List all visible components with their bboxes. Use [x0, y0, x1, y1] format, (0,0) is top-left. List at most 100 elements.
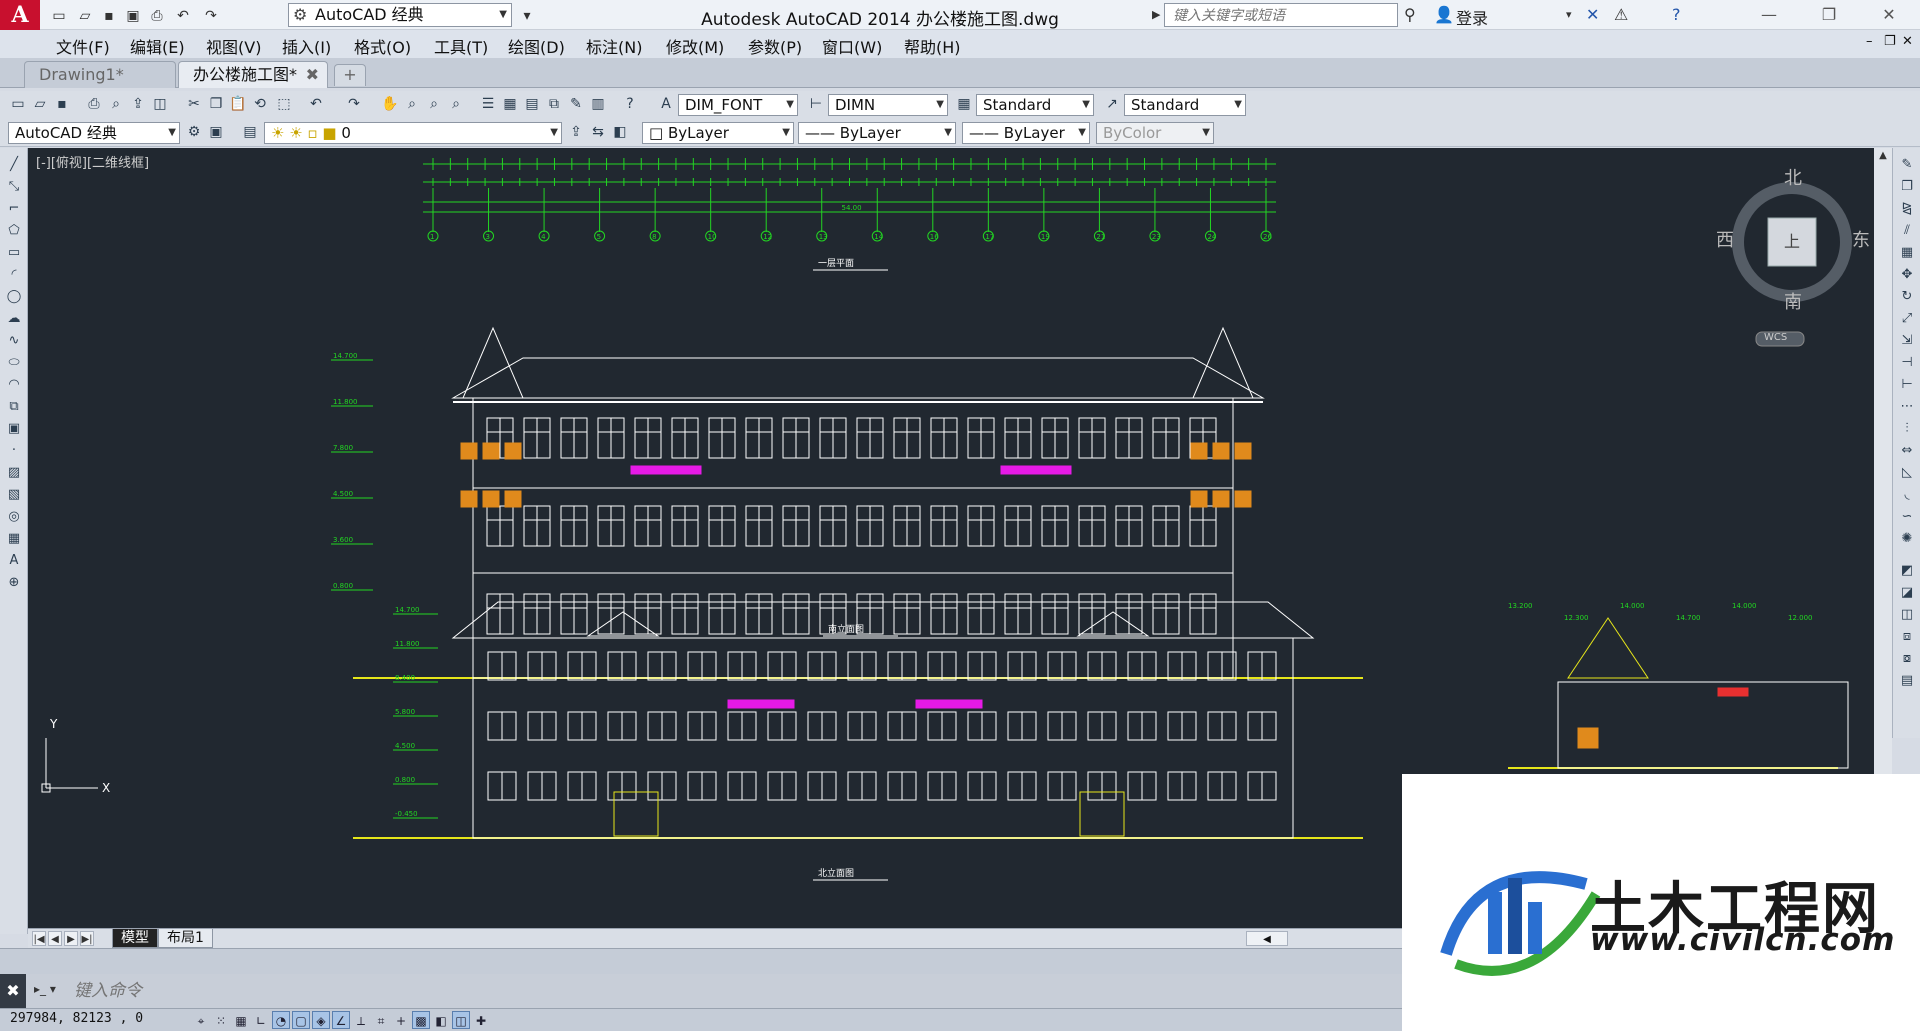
lineweight-select[interactable]: —— ByLayer ▼ [962, 122, 1090, 144]
open-icon[interactable]: ▱ [30, 94, 50, 114]
redo-icon[interactable]: ↷ [344, 94, 364, 114]
object-snap-tracking-icon[interactable]: ∠ [332, 1011, 350, 1029]
dynamic-ucs-icon[interactable]: ⟂ [352, 1011, 370, 1029]
menu-modify[interactable]: 修改(M) [666, 34, 724, 58]
scale-icon[interactable]: ⤢ [1897, 310, 1917, 328]
table-style-select[interactable]: Standard ▼ [976, 94, 1094, 116]
plot-icon[interactable]: ⎙ [146, 4, 168, 26]
grid-display-icon[interactable]: ▦ [232, 1011, 250, 1029]
plot-icon[interactable]: ⎙ [84, 94, 104, 114]
menu-dimension[interactable]: 标注(N) [586, 34, 642, 58]
line-icon[interactable]: ╱ [4, 156, 24, 174]
mdi-close-icon[interactable]: ✕ [1902, 34, 1913, 49]
autodesk-360-icon[interactable]: ⚠ [1614, 3, 1628, 27]
sheet-set-icon[interactable]: ⧉ [544, 94, 564, 114]
zoom-previous-icon[interactable]: ⌕ [446, 94, 466, 114]
join-icon[interactable]: ⇔ [1897, 442, 1917, 460]
plot-preview-icon[interactable]: ⌕ [106, 94, 126, 114]
polar-tracking-icon[interactable]: ◔ [272, 1011, 290, 1029]
mleader-style-select[interactable]: Standard ▼ [1124, 94, 1246, 116]
quick-access-dropdown-icon[interactable]: ▾ [516, 4, 538, 26]
match-properties-icon[interactable]: ⟲ [250, 94, 270, 114]
dim-style-icon[interactable]: ⊢ [806, 94, 826, 114]
next-layout-icon[interactable]: ▶ [64, 931, 78, 946]
close-window-button[interactable]: ✕ [1864, 0, 1914, 30]
search-expand-icon[interactable]: ▶ [1152, 3, 1164, 27]
application-menu-button[interactable]: A [0, 0, 40, 30]
help-icon[interactable]: ? [1672, 3, 1681, 27]
lineweight-icon[interactable]: + [392, 1011, 410, 1029]
properties-icon[interactable]: ☰ [478, 94, 498, 114]
gradient-icon[interactable]: ▧ [4, 486, 24, 504]
move-icon[interactable]: ✥ [1897, 266, 1917, 284]
text-front-icon[interactable]: ▤ [1897, 672, 1917, 690]
copy-object-icon[interactable]: ❐ [1897, 178, 1917, 196]
menu-tools[interactable]: 工具(T) [434, 34, 488, 58]
viewcube-north[interactable]: 北 [1784, 164, 1802, 190]
make-block-icon[interactable]: ▣ [4, 420, 24, 438]
qnew-icon[interactable]: ▭ [8, 94, 28, 114]
search-input[interactable] [1164, 3, 1398, 27]
circle-icon[interactable]: ◯ [4, 288, 24, 306]
tab-drawing1[interactable]: Drawing1* [24, 61, 176, 88]
color-select[interactable]: □ ByLayer ▼ [642, 122, 794, 144]
mirror-icon[interactable]: ⧎ [1897, 200, 1917, 218]
offset-icon[interactable]: ⫽ [1897, 222, 1917, 240]
viewcube[interactable]: 北 南 东 西 上 WCS [1714, 164, 1874, 354]
explode-icon[interactable]: ✺ [1897, 530, 1917, 548]
array-icon[interactable]: ▦ [1897, 244, 1917, 262]
trim-icon[interactable]: ⊣ [1897, 354, 1917, 372]
block-editor-icon[interactable]: ⬚ [274, 94, 294, 114]
menu-edit[interactable]: 编辑(E) [130, 34, 185, 58]
layer-isolate-icon[interactable]: ◧ [610, 122, 630, 142]
menu-file[interactable]: 文件(F) [56, 34, 110, 58]
hatch-icon[interactable]: ▨ [4, 464, 24, 482]
workspace-dropdown[interactable]: ⚙ AutoCAD 经典 ▼ [288, 3, 512, 27]
blend-curves-icon[interactable]: ∽ [1897, 508, 1917, 526]
toolbar-lock-icon[interactable]: ▣ [206, 122, 226, 142]
prev-layout-icon[interactable]: ◀ [48, 931, 62, 946]
binoculars-icon[interactable]: ⚲ [1404, 3, 1416, 27]
menu-view[interactable]: 视图(V) [206, 34, 261, 58]
new-file-icon[interactable]: ▭ [48, 4, 70, 26]
save-icon[interactable]: ▪ [98, 4, 120, 26]
bring-above-icon[interactable]: ⧈ [1897, 628, 1917, 646]
multiline-text-icon[interactable]: A [4, 552, 24, 570]
login-dropdown-icon[interactable]: ▾ [1566, 3, 1572, 27]
quick-properties-icon[interactable]: ◧ [432, 1011, 450, 1029]
menu-insert[interactable]: 插入(I) [282, 34, 331, 58]
copy-icon[interactable]: ❐ [206, 94, 226, 114]
ortho-mode-icon[interactable]: ∟ [252, 1011, 270, 1029]
transparency-icon[interactable]: ▩ [412, 1011, 430, 1029]
chamfer-icon[interactable]: ◺ [1897, 464, 1917, 482]
table-icon[interactable]: ▦ [4, 530, 24, 548]
draworder-icon[interactable]: ◩ [1897, 562, 1917, 580]
wcs-menu[interactable]: WCS [1764, 332, 1787, 343]
send-under-icon[interactable]: ⧇ [1897, 650, 1917, 668]
table-style-icon[interactable]: ▦ [954, 94, 974, 114]
layer-previous-icon[interactable]: ⇆ [588, 122, 608, 142]
polyline-icon[interactable]: ⌐ [4, 200, 24, 218]
command-input[interactable] [74, 978, 1394, 1004]
viewcube-west[interactable]: 西 [1716, 226, 1734, 252]
erase-icon[interactable]: ✎ [1897, 156, 1917, 174]
command-prompt-icon[interactable]: ▸_ ▾ [34, 982, 60, 1000]
object-snap-icon[interactable]: ▢ [292, 1011, 310, 1029]
close-command-line-icon[interactable]: ✖ [0, 974, 26, 1008]
spline-icon[interactable]: ∿ [4, 332, 24, 350]
login-button[interactable]: 登录 [1456, 5, 1488, 29]
pan-icon[interactable]: ✋ [380, 94, 400, 114]
close-icon[interactable]: ✖ [306, 62, 319, 88]
polygon-icon[interactable]: ⬠ [4, 222, 24, 240]
ellipse-icon[interactable]: ⬭ [4, 354, 24, 372]
arc-icon[interactable]: ◜ [4, 266, 24, 284]
menu-format[interactable]: 格式(O) [354, 34, 411, 58]
text-style-select[interactable]: DIM_FONT ▼ [678, 94, 798, 116]
extend-icon[interactable]: ⊢ [1897, 376, 1917, 394]
region-icon[interactable]: ◎ [4, 508, 24, 526]
snap-mode-icon[interactable]: ⁙ [212, 1011, 230, 1029]
rotate-icon[interactable]: ↻ [1897, 288, 1917, 306]
add-selected-icon[interactable]: ⊕ [4, 574, 24, 592]
rectangle-icon[interactable]: ▭ [4, 244, 24, 262]
minimize-button[interactable]: — [1744, 0, 1794, 30]
